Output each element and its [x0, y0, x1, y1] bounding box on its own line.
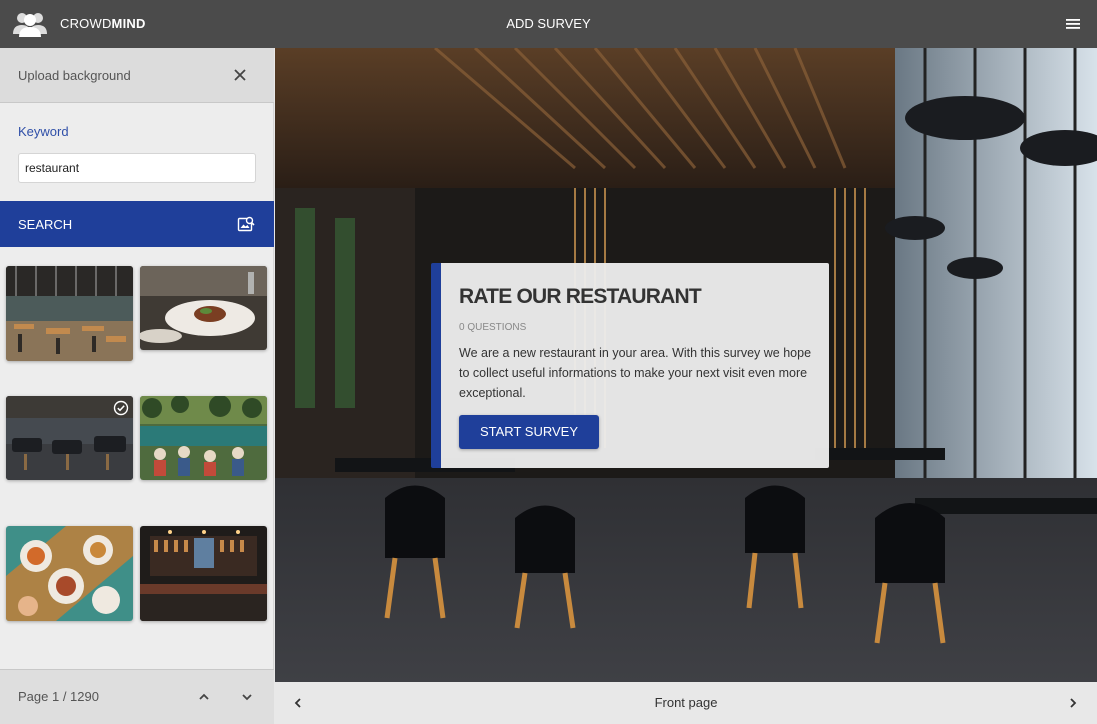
keyword-label: Keyword: [18, 124, 69, 139]
top-bar: CROWDMIND ADD SURVEY: [0, 0, 1097, 48]
page-indicator: Page 1 / 1290: [18, 689, 99, 704]
thumbnail-plated-dish[interactable]: [140, 266, 267, 350]
keyword-input[interactable]: [18, 153, 256, 183]
thumbnail-overhead-food[interactable]: [6, 526, 133, 621]
survey-card: RATE OUR RESTAURANT 0 QUESTIONS We are a…: [431, 263, 829, 468]
chevron-up-icon[interactable]: [197, 690, 211, 704]
search-button[interactable]: SEARCH: [0, 201, 274, 247]
question-count: 0 QUESTIONS: [459, 322, 527, 333]
survey-title: RATE OUR RESTAURANT: [459, 285, 702, 308]
panel-header: Upload background: [0, 48, 274, 103]
page-title: ADD SURVEY: [506, 16, 591, 31]
page-navigation: Front page: [275, 682, 1097, 724]
hamburger-menu-icon[interactable]: [1064, 17, 1082, 31]
current-page-label: Front page: [654, 695, 718, 710]
thumbnail-garden-terrace[interactable]: [140, 396, 267, 480]
image-search-icon: [237, 216, 255, 232]
upload-background-panel: Upload background Keyword SEARCH: [0, 48, 274, 724]
pagination: Page 1 / 1290: [0, 669, 274, 724]
thumbnail-dark-dining-room[interactable]: [6, 396, 133, 480]
check-circle-icon: [113, 400, 129, 416]
thumbnail-industrial-interior[interactable]: [6, 266, 133, 361]
thumbnail-bar-counter[interactable]: [140, 526, 267, 621]
start-survey-button[interactable]: START SURVEY: [459, 415, 599, 449]
chevron-down-icon[interactable]: [240, 690, 254, 704]
close-icon[interactable]: [233, 68, 247, 82]
chevron-right-icon[interactable]: [1066, 696, 1080, 710]
survey-description: We are a new restaurant in your area. Wi…: [459, 346, 812, 400]
survey-preview: RATE OUR RESTAURANT 0 QUESTIONS We are a…: [275, 48, 1097, 682]
search-label: SEARCH: [18, 217, 73, 232]
panel-title: Upload background: [18, 68, 131, 83]
